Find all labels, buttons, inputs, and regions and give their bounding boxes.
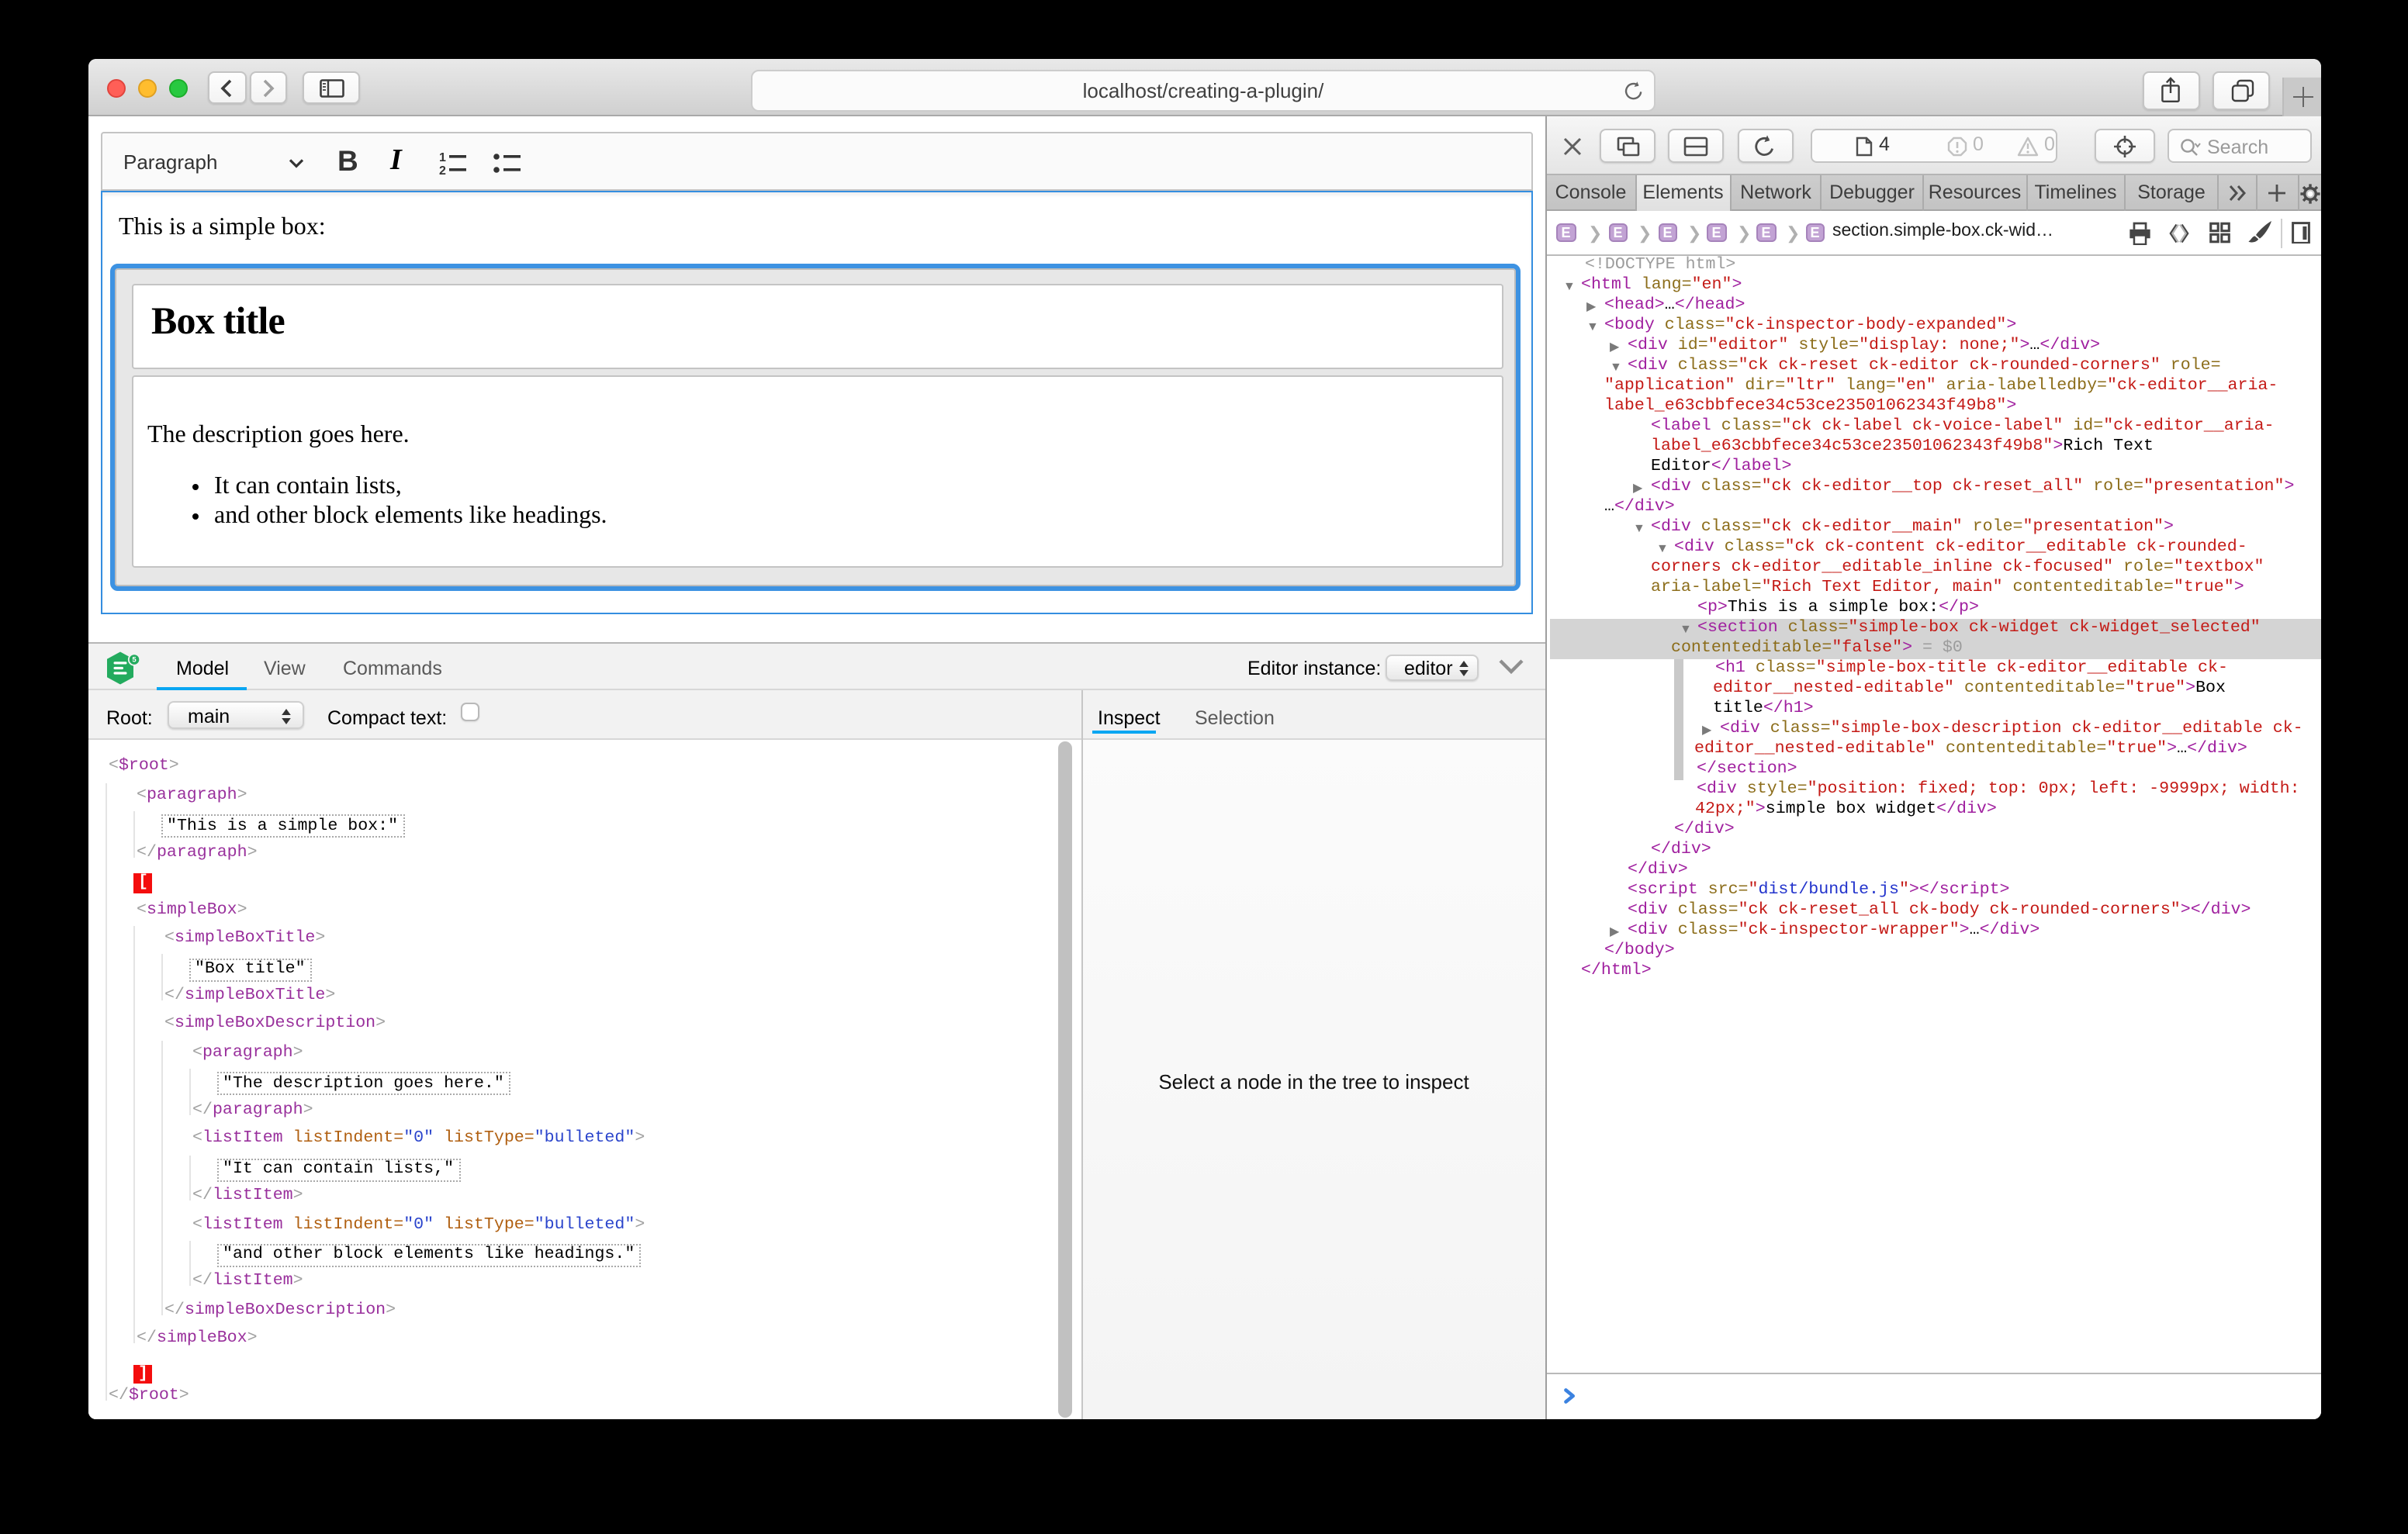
svg-text:2: 2 (438, 164, 445, 174)
svg-text:1: 1 (438, 150, 445, 164)
svg-text:5: 5 (131, 655, 136, 664)
